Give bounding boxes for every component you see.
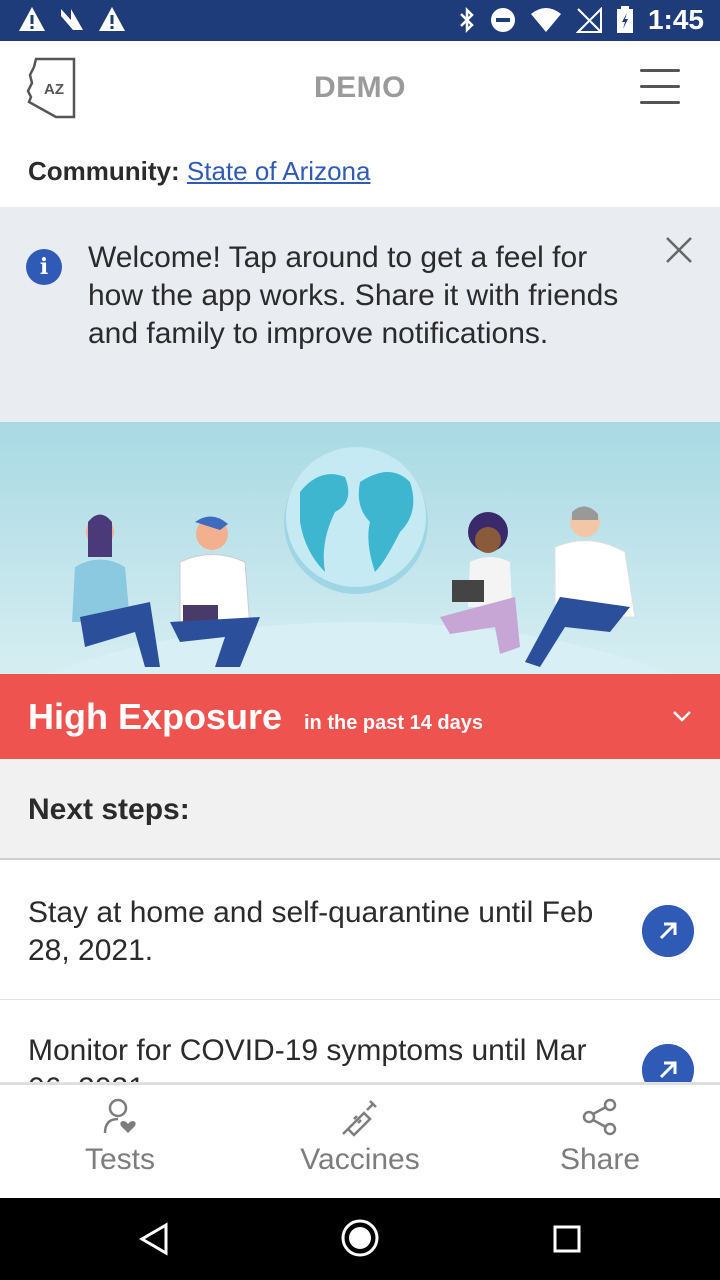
nav-share-label: Share xyxy=(559,1143,641,1176)
person-illustration xyxy=(525,506,636,667)
page-title: DEMO xyxy=(314,71,406,104)
list-item[interactable]: Monitor for COVID-19 symptoms until Mar … xyxy=(0,1000,720,1083)
network-icon xyxy=(61,9,83,30)
globe-illustration xyxy=(284,447,428,594)
warning-icon xyxy=(99,7,125,31)
step-text: Monitor for COVID-19 symptoms until Mar … xyxy=(28,1034,587,1082)
exposure-title: High Exposure xyxy=(28,696,283,737)
bottom-navigation: Tests Vaccines Share xyxy=(0,1083,720,1198)
welcome-message: Welcome! Tap around to get a feel for ho… xyxy=(88,241,619,350)
person-illustration xyxy=(72,514,160,667)
info-icon: i xyxy=(26,249,62,285)
list-item[interactable]: Stay at home and self-quarantine until F… xyxy=(0,860,720,1000)
hamburger-menu-icon[interactable] xyxy=(640,69,680,105)
nav-vaccines-label: Vaccines xyxy=(300,1143,420,1176)
syringe-icon xyxy=(342,1100,377,1137)
status-bar: 1:45 xyxy=(0,0,720,41)
nav-vaccines[interactable]: Vaccines xyxy=(240,1085,480,1200)
system-navigation-bar xyxy=(0,1198,720,1280)
welcome-banner: i Welcome! Tap around to get a feel for … xyxy=(0,207,720,422)
share-icon xyxy=(582,1098,617,1136)
status-time: 1:45 xyxy=(647,4,704,35)
chevron-down-icon[interactable] xyxy=(670,704,694,728)
nav-tests[interactable]: Tests xyxy=(0,1085,240,1200)
next-steps-header: Next steps: xyxy=(0,759,720,860)
next-steps-heading: Next steps: xyxy=(28,793,190,826)
community-row: Community: State of Arizona xyxy=(28,156,370,187)
arrow-up-right-icon[interactable] xyxy=(642,1044,694,1083)
people-globe-illustration xyxy=(0,422,720,674)
community-link[interactable]: State of Arizona xyxy=(187,156,371,186)
wifi-icon xyxy=(530,8,561,32)
back-icon[interactable] xyxy=(138,1222,170,1256)
exposure-status-bar[interactable]: High Exposure in the past 14 days xyxy=(0,674,720,759)
nav-tests-label: Tests xyxy=(84,1143,156,1176)
arrow-up-right-icon[interactable] xyxy=(642,905,694,957)
bluetooth-icon xyxy=(460,6,474,34)
person-heart-icon xyxy=(103,1098,136,1134)
battery-icon xyxy=(616,6,633,33)
community-label: Community: xyxy=(28,156,180,186)
exposure-subtitle: in the past 14 days xyxy=(304,712,483,734)
step-text: Stay at home and self-quarantine until F… xyxy=(28,896,594,967)
recents-icon[interactable] xyxy=(552,1224,582,1254)
close-icon[interactable] xyxy=(664,235,694,265)
warning-icon xyxy=(19,7,45,31)
do-not-disturb-icon xyxy=(490,8,515,32)
app-header: AZ DEMO xyxy=(0,41,720,137)
signal-icon xyxy=(575,7,602,33)
home-icon[interactable] xyxy=(340,1218,380,1258)
nav-share[interactable]: Share xyxy=(480,1085,720,1200)
